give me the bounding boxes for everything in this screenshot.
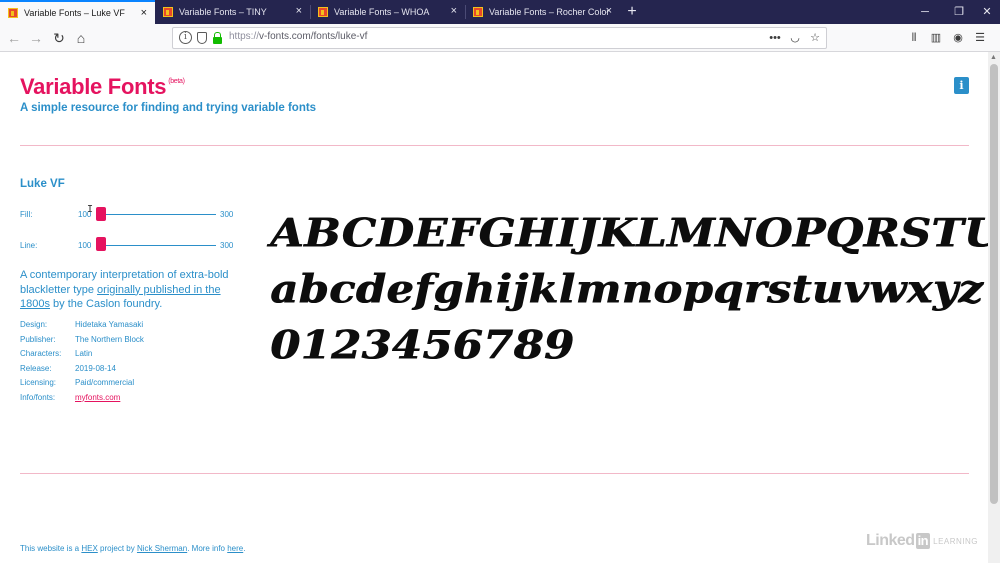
account-icon[interactable]: ◉ bbox=[950, 30, 966, 46]
favicon-icon bbox=[473, 7, 483, 17]
meta-key: Publisher: bbox=[20, 334, 56, 344]
info-button[interactable]: i bbox=[954, 77, 969, 94]
font-name: Luke VF bbox=[20, 178, 65, 190]
divider bbox=[20, 473, 969, 474]
scrollbar-thumb[interactable] bbox=[990, 64, 998, 504]
favicon-icon bbox=[318, 7, 328, 17]
site-title-text: Variable Fonts bbox=[20, 74, 167, 99]
watermark-learning: LEARNING bbox=[933, 536, 979, 546]
page-content: Variable Fonts (beta) A simple resource f… bbox=[0, 52, 988, 563]
close-tab-icon[interactable]: × bbox=[606, 5, 612, 17]
scroll-up-icon[interactable]: ▲ bbox=[990, 54, 997, 61]
tab-label: Variable Fonts – TINY bbox=[179, 7, 267, 17]
footer-text: . More info bbox=[187, 544, 228, 553]
address-bar[interactable]: i https://v-fonts.com/fonts/luke-vf ••• … bbox=[172, 27, 827, 49]
close-window-icon[interactable]: ✕ bbox=[972, 0, 1000, 24]
tab-tiny[interactable]: Variable Fonts – TINY × bbox=[155, 0, 310, 24]
back-icon[interactable]: ← bbox=[4, 28, 24, 48]
url-host-path: v-fonts.com/fonts/luke-vf bbox=[259, 31, 368, 42]
watermark-in: in bbox=[915, 533, 931, 549]
line-axis-label: Line: bbox=[20, 241, 38, 250]
tab-label: Variable Fonts – WHOA bbox=[334, 7, 430, 17]
page-actions-icon[interactable]: ••• bbox=[767, 30, 783, 46]
fill-slider-thumb[interactable] bbox=[96, 207, 106, 221]
home-icon[interactable]: ⌂ bbox=[71, 28, 91, 48]
close-tab-icon[interactable]: × bbox=[141, 7, 147, 19]
meta-value: Paid/commercial bbox=[75, 378, 135, 387]
minimize-icon[interactable]: ─ bbox=[910, 0, 940, 24]
meta-key: Info/fonts: bbox=[20, 392, 56, 402]
meta-key: Release: bbox=[20, 363, 52, 373]
tracking-shield-icon[interactable] bbox=[197, 32, 207, 44]
meta-key: Characters: bbox=[20, 349, 62, 358]
more-info-link[interactable]: here bbox=[227, 544, 243, 553]
watermark-linked: Linked bbox=[866, 532, 915, 549]
divider bbox=[20, 145, 969, 146]
lock-icon[interactable] bbox=[213, 32, 222, 44]
tab-label: Variable Fonts – Rocher Color bbox=[489, 7, 610, 17]
fill-axis-max: 300 bbox=[220, 210, 234, 219]
fill-slider-track[interactable] bbox=[96, 214, 216, 215]
tab-bar: Variable Fonts – Luke VF × Variable Font… bbox=[0, 0, 1000, 24]
url-scheme: https:// bbox=[229, 31, 260, 42]
reload-icon[interactable]: ↻ bbox=[49, 28, 69, 48]
tab-rocher-color[interactable]: Variable Fonts – Rocher Color × bbox=[465, 0, 620, 24]
meta-value: Latin bbox=[75, 349, 93, 358]
sidebar-icon[interactable]: ▥ bbox=[928, 30, 944, 46]
line-axis-max: 300 bbox=[220, 241, 234, 250]
navigation-bar: ← → ↻ ⌂ i https://v-fonts.com/fonts/luke… bbox=[0, 24, 1000, 52]
favicon-icon bbox=[163, 7, 173, 17]
bookmark-star-icon[interactable]: ☆ bbox=[807, 30, 823, 46]
hex-link[interactable]: HEX bbox=[81, 544, 97, 553]
restore-icon[interactable]: ❐ bbox=[944, 0, 974, 24]
line-slider-track[interactable] bbox=[96, 245, 216, 246]
pocket-icon[interactable]: ◡ bbox=[787, 30, 803, 46]
footer: This website is a HEX project by Nick Sh… bbox=[20, 544, 245, 553]
meta-key: Licensing: bbox=[20, 378, 57, 387]
info-icon[interactable]: i bbox=[179, 31, 192, 44]
meta-value: Hidetaka Yamasaki bbox=[75, 320, 144, 329]
font-description: A contemporary interpretation of extra-b… bbox=[20, 268, 242, 312]
tab-whoa[interactable]: Variable Fonts – WHOA × bbox=[310, 0, 465, 24]
site-tagline: A simple resource for finding and trying… bbox=[20, 102, 317, 114]
font-specimen: ABCDEFGHIJKLMNOPQRSTUVWXYZ abcdefghijklm… bbox=[270, 210, 988, 369]
line-axis-min: 100 bbox=[78, 241, 92, 250]
fill-axis-label: Fill: bbox=[20, 210, 33, 219]
menu-icon[interactable]: ☰ bbox=[972, 30, 988, 46]
description-text-end: by the Caslon foundry. bbox=[49, 298, 163, 310]
forward-icon[interactable]: → bbox=[26, 28, 46, 48]
new-tab-button[interactable]: + bbox=[622, 2, 642, 22]
page-scrollbar[interactable]: ▲ bbox=[988, 52, 1000, 563]
tab-luke-vf[interactable]: Variable Fonts – Luke VF × bbox=[0, 0, 155, 24]
site-title[interactable]: Variable Fonts (beta) bbox=[20, 74, 185, 100]
meta-value: The Northern Block bbox=[75, 334, 144, 344]
footer-text: This website is a bbox=[20, 544, 82, 553]
meta-value: 2019-08-14 bbox=[75, 363, 116, 373]
close-tab-icon[interactable]: × bbox=[296, 5, 302, 17]
myfonts-link[interactable]: myfonts.com bbox=[75, 393, 120, 402]
favicon-icon bbox=[8, 8, 18, 18]
close-tab-icon[interactable]: × bbox=[451, 5, 457, 17]
tab-label: Variable Fonts – Luke VF bbox=[24, 8, 125, 18]
linkedin-learning-watermark: Linked in LEARNING bbox=[866, 532, 978, 550]
text-cursor-icon: I bbox=[87, 204, 94, 215]
meta-key: Design: bbox=[20, 320, 48, 329]
url-text[interactable]: https://v-fonts.com/fonts/luke-vf bbox=[229, 31, 367, 42]
beta-label: (beta) bbox=[168, 78, 185, 85]
line-slider-thumb[interactable] bbox=[96, 237, 106, 251]
footer-text: project by bbox=[97, 544, 137, 553]
footer-text: . bbox=[243, 544, 246, 553]
library-icon[interactable]: ⫴ bbox=[906, 30, 922, 46]
nick-sherman-link[interactable]: Nick Sherman bbox=[137, 544, 187, 553]
